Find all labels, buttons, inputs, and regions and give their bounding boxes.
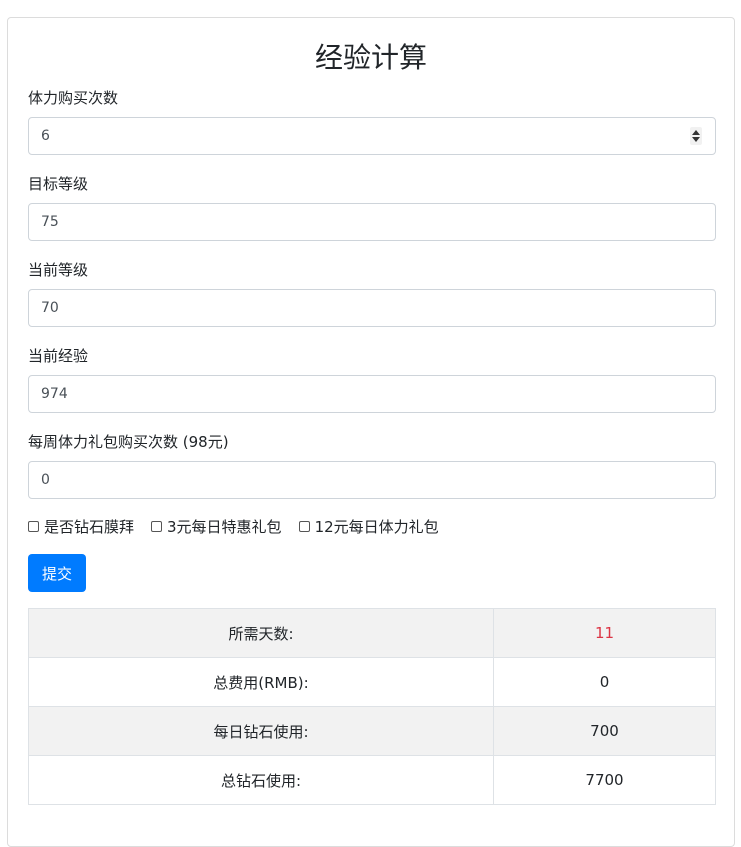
diamond-worship-option[interactable]: 是否钻石膜拜 [28, 516, 134, 537]
result-value: 700 [493, 706, 716, 756]
result-value: 11 [493, 608, 716, 658]
spinner-up-icon[interactable] [692, 130, 700, 135]
result-label: 每日钻石使用: [28, 706, 494, 756]
weekly-pack-input[interactable] [28, 461, 716, 499]
diamond-worship-label: 是否钻石膜拜 [44, 517, 135, 536]
daily-special-pack-label: 3元每日特惠礼包 [167, 517, 282, 536]
daily-special-pack-option[interactable]: 3元每日特惠礼包 [151, 516, 282, 537]
result-value: 7700 [493, 755, 716, 805]
spinner-down-icon[interactable] [692, 137, 700, 142]
target-level-input[interactable] [28, 203, 716, 241]
table-row: 所需天数: 11 [28, 608, 716, 658]
results-table: 所需天数: 11 总费用(RMB): 0 每日钻石使用: 700 总钻石使用: … [28, 608, 716, 805]
diamond-worship-checkbox[interactable] [28, 520, 39, 532]
current-level-input[interactable] [28, 289, 716, 327]
result-label: 总钻石使用: [28, 755, 494, 805]
table-row: 总钻石使用: 7700 [28, 755, 716, 805]
table-row: 总费用(RMB): 0 [28, 657, 716, 707]
daily-stamina-pack-option[interactable]: 12元每日体力礼包 [298, 516, 439, 537]
calculator-card: 经验计算 体力购买次数 目标等级 当前等级 当前经验 每周体力礼包购买次数 (9… [7, 17, 735, 847]
daily-stamina-pack-label: 12元每日体力礼包 [314, 517, 439, 536]
target-level-label: 目标等级 [28, 175, 89, 193]
submit-button[interactable]: 提交 [28, 554, 86, 592]
page-title: 经验计算 [314, 41, 427, 74]
table-row: 每日钻石使用: 700 [28, 706, 716, 756]
result-value: 0 [493, 657, 716, 707]
current-exp-label: 当前经验 [28, 347, 89, 365]
weekly-pack-label: 每周体力礼包购买次数 (98元) [28, 433, 229, 451]
options-group: 是否钻石膜拜 3元每日特惠礼包 12元每日体力礼包 [28, 516, 456, 536]
stamina-purchase-label: 体力购买次数 [28, 89, 119, 107]
result-label: 所需天数: [28, 608, 494, 658]
number-spinner[interactable] [690, 127, 702, 145]
daily-stamina-pack-checkbox[interactable] [298, 520, 310, 532]
result-label: 总费用(RMB): [28, 657, 494, 707]
stamina-purchase-input[interactable] [28, 117, 716, 155]
daily-special-pack-checkbox[interactable] [151, 520, 163, 532]
current-exp-input[interactable] [28, 375, 716, 413]
current-level-label: 当前等级 [28, 261, 89, 279]
